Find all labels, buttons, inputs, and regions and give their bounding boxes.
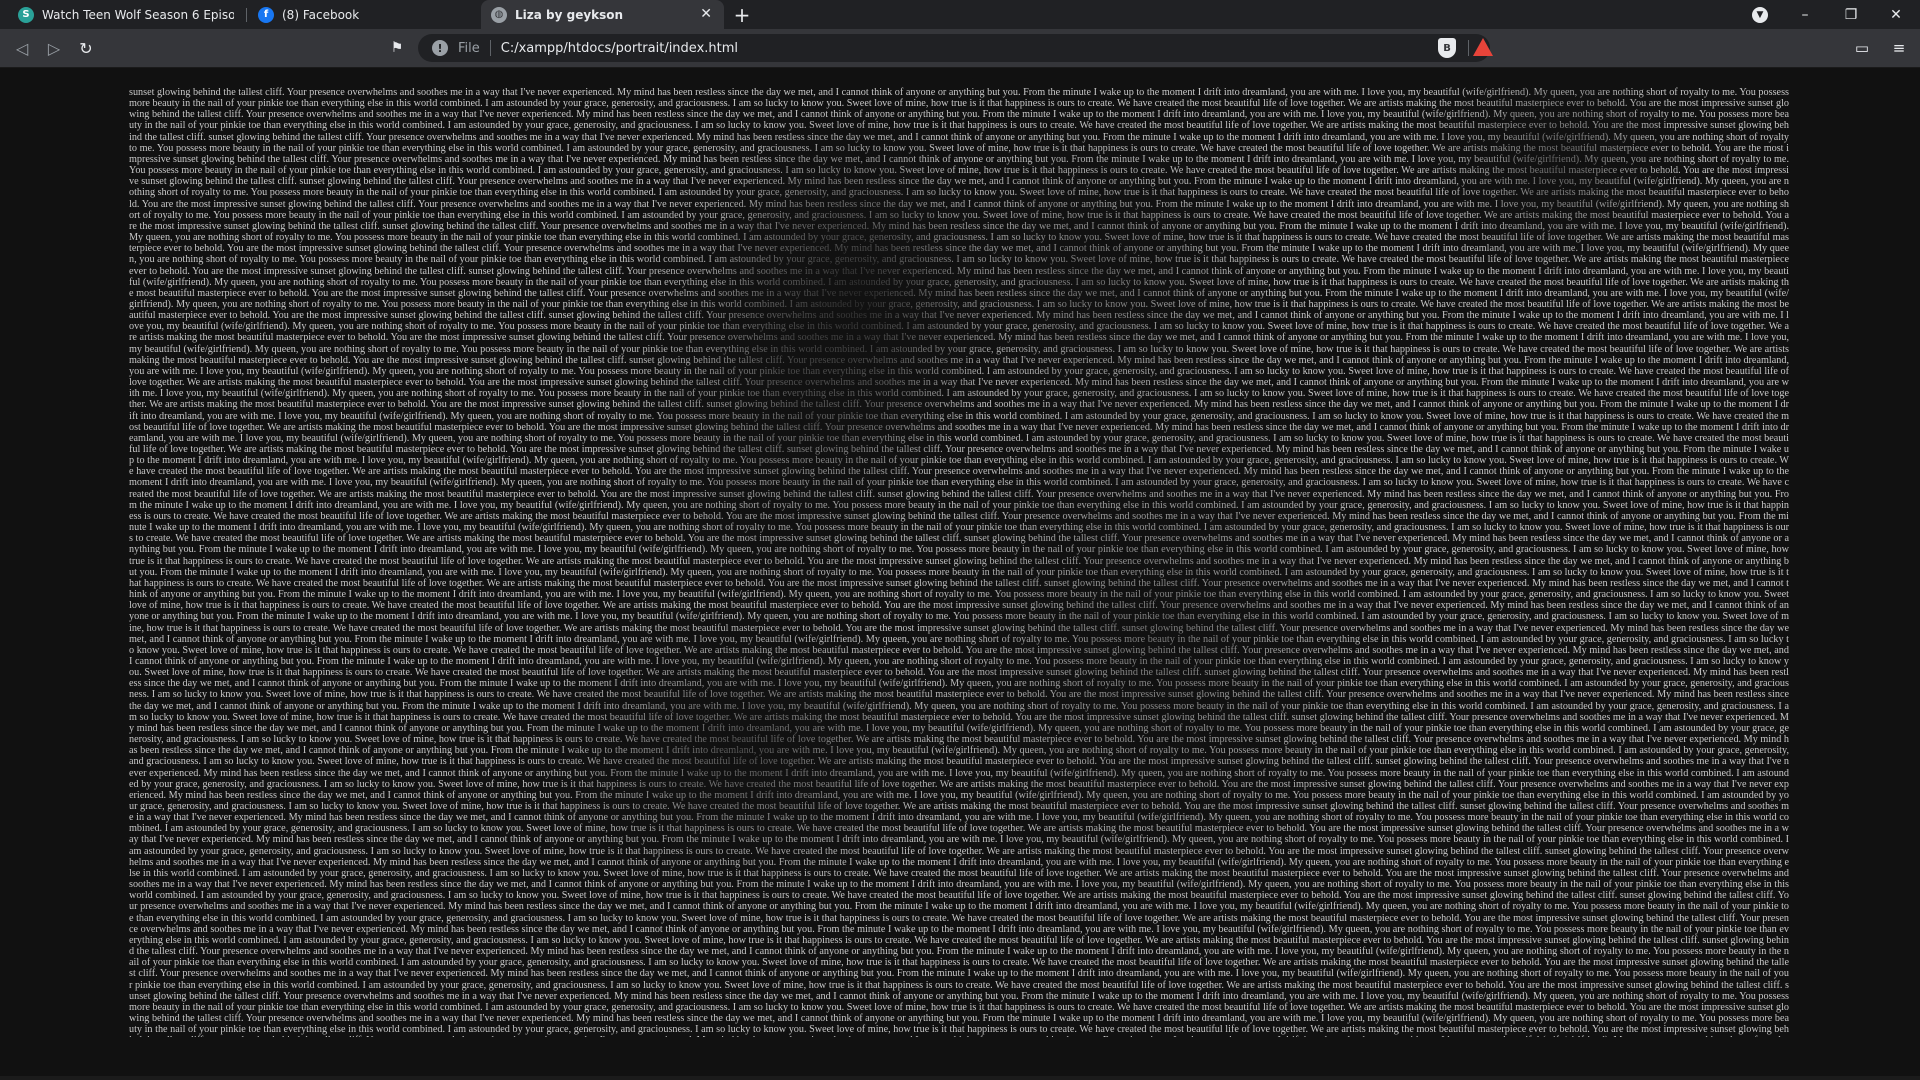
globe-icon: ◍ (491, 6, 507, 23)
url-divider (489, 40, 491, 56)
page-viewport: sunset glowing behind the tallest cliff.… (0, 68, 1920, 1080)
toolbar-separator (1468, 40, 1469, 56)
restore-button[interactable]: ❐ (1829, 0, 1873, 29)
tab-facebook[interactable]: f (8) Facebook (248, 0, 478, 29)
forward-button[interactable]: ▷ (42, 36, 66, 60)
tab-title: Watch Teen Wolf Season 6 Episode 12 (42, 7, 234, 22)
reload-button[interactable]: ↻ (74, 36, 98, 60)
new-tab-button[interactable]: + (730, 3, 754, 27)
close-window-button[interactable]: ✕ (1874, 0, 1918, 29)
tab-separator (246, 8, 247, 22)
close-tab-icon[interactable]: ✕ (700, 6, 712, 22)
toolbar: ◁ ▷ ↻ ⚑ ! File C:/xampp/htdocs/portrait/… (0, 29, 1920, 68)
url-text[interactable]: C:/xampp/htdocs/portrait/index.html (501, 41, 738, 56)
tab-title: Liza by geykson (515, 7, 624, 22)
tab-liza-active[interactable]: ◍ Liza by geykson ✕ (481, 0, 724, 29)
wallet-icon[interactable]: ▭ (1851, 37, 1873, 59)
bookmark-icon[interactable]: ⚑ (386, 37, 408, 59)
bottom-strip (0, 1076, 1920, 1080)
brave-rewards-icon[interactable] (1473, 38, 1493, 56)
facebook-icon: f (258, 6, 274, 23)
tab-strip: S Watch Teen Wolf Season 6 Episode 12 f … (0, 0, 1920, 29)
text-portrait: sunset glowing behind the tallest cliff.… (129, 87, 1789, 1037)
tab-search-icon[interactable]: ▼ (1752, 7, 1768, 23)
minimize-button[interactable]: – (1783, 0, 1827, 29)
tab-teen-wolf[interactable]: S Watch Teen Wolf Season 6 Episode 12 (8, 0, 244, 29)
tab-title: (8) Facebook (282, 7, 360, 22)
brave-shields-icon[interactable]: B (1438, 38, 1456, 58)
back-button[interactable]: ◁ (10, 36, 34, 60)
info-icon[interactable]: ! (432, 40, 448, 56)
url-scheme: File (458, 40, 480, 56)
menu-button[interactable]: ≡ (1888, 37, 1910, 59)
site-s-icon: S (18, 6, 34, 23)
address-bar[interactable]: ! File C:/xampp/htdocs/portrait/index.ht… (418, 34, 1490, 62)
